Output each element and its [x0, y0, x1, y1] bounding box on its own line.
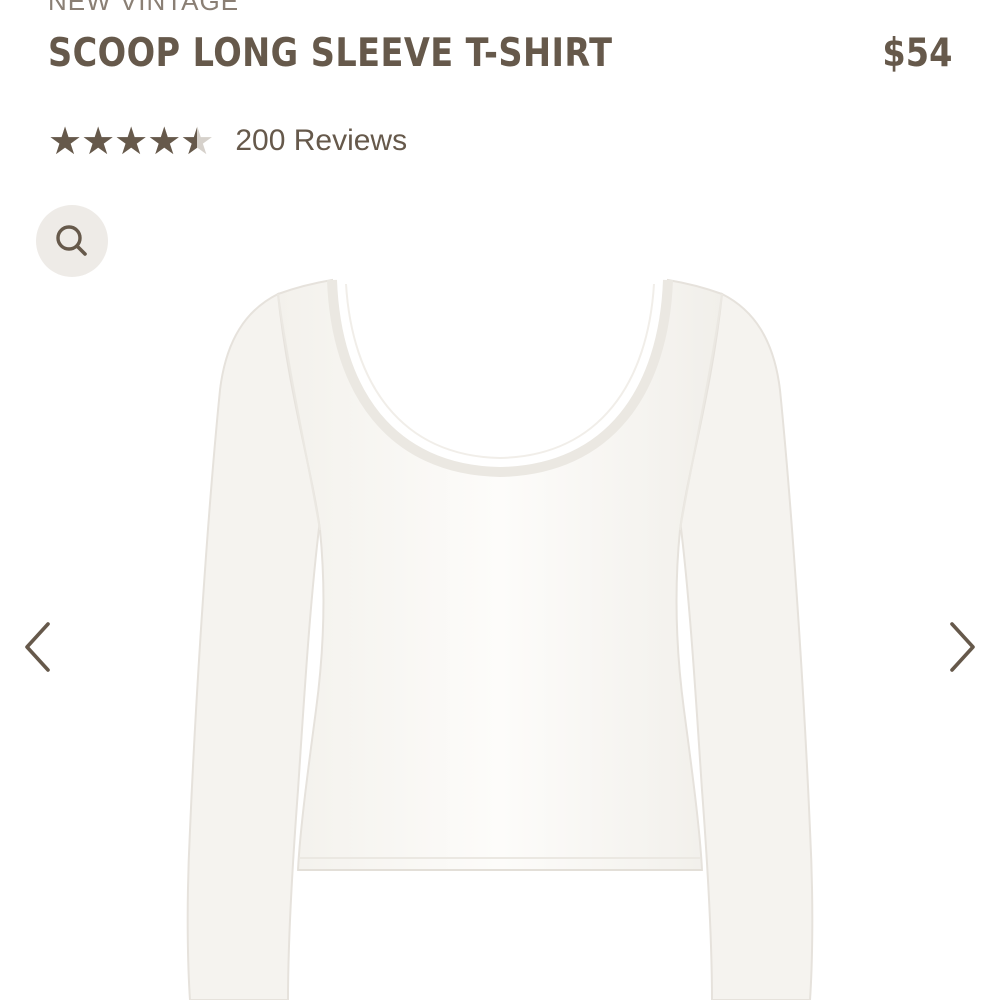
- next-image-button[interactable]: [932, 612, 992, 682]
- zoom-button[interactable]: [36, 205, 108, 277]
- reviews-link[interactable]: 200 Reviews: [235, 124, 407, 158]
- chevron-right-icon: [950, 622, 975, 672]
- product-price: $54: [881, 31, 952, 76]
- rating-row: ★★★★★ ★★★★★ 200 Reviews: [48, 118, 407, 164]
- chevron-left-icon: [25, 622, 50, 672]
- product-image: [160, 270, 840, 1000]
- star-rating: ★★★★★ ★★★★★: [48, 119, 214, 163]
- previous-image-button[interactable]: [8, 612, 68, 682]
- product-title: SCOOP LONG SLEEVE T-SHIRT: [48, 31, 613, 76]
- collection-label: NEW VINTAGE: [48, 0, 240, 16]
- search-icon: [56, 225, 87, 256]
